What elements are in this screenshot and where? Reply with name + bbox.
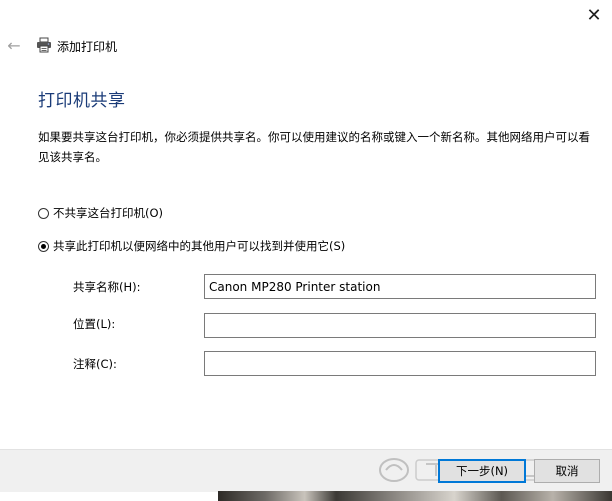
radio-option-no-share[interactable]: 不共享这台打印机(O) [38,205,163,221]
page-title: 打印机共享 [38,91,126,111]
comment-input[interactable] [204,351,596,376]
radio-option-share[interactable]: 共享此打印机以便网络中的其他用户可以找到并使用它(S) [38,238,345,254]
radio-label: 共享此打印机以便网络中的其他用户可以找到并使用它(S) [53,239,346,253]
location-input[interactable] [204,313,596,338]
next-button[interactable]: 下一步(N) [438,459,526,483]
window-title: 添加打印机 [57,40,118,54]
location-label: 位置(L): [73,317,116,331]
background-image-strip [218,491,612,501]
comment-label: 注释(C): [73,357,117,371]
printer-icon [36,37,52,53]
share-name-input[interactable] [204,274,596,299]
close-icon[interactable]: ✕ [582,4,606,28]
radio-label: 不共享这台打印机(O) [53,206,164,220]
share-name-label: 共享名称(H): [73,280,141,294]
radio-button[interactable] [38,207,49,219]
back-arrow-icon[interactable]: ← [4,36,24,56]
description-text: 如果要共享这台打印机，你必须提供共享名。你可以使用建议的名称或键入一个新名称。其… [38,130,590,164]
cancel-button[interactable]: 取消 [534,459,600,483]
radio-button-selected[interactable] [38,240,49,252]
